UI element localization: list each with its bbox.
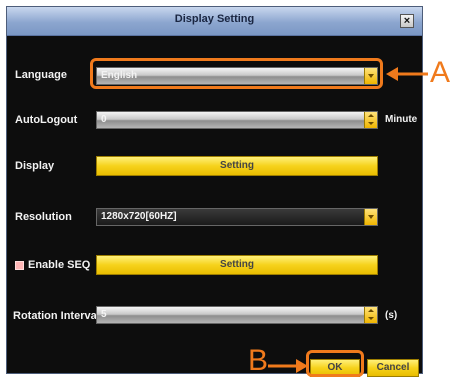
arrow-right-icon [268, 359, 308, 373]
annotation-box-b [306, 350, 364, 377]
spinner-arrows-icon[interactable] [364, 307, 377, 323]
arrow-left-icon [386, 67, 428, 81]
language-label: Language [15, 69, 67, 81]
resolution-value: 1280x720[60HZ] [101, 211, 177, 222]
rotation-interval-unit: (s) [385, 310, 398, 321]
rotation-interval-spinner[interactable]: 5 [96, 306, 378, 324]
enable-seq-checkbox[interactable] [15, 261, 24, 270]
autologout-unit: Minute [385, 114, 418, 125]
display-setting-button[interactable]: Setting [96, 156, 378, 176]
spinner-arrows-icon[interactable] [364, 112, 377, 128]
chevron-down-icon[interactable] [364, 209, 377, 225]
rotation-interval-value: 5 [101, 309, 107, 320]
dialog-title: Display Setting [174, 13, 255, 25]
rotation-interval-label: Rotation Interval [13, 310, 100, 322]
autologout-value: 0 [101, 114, 107, 125]
title-bar: Display Setting × [7, 7, 422, 36]
autologout-label: AutoLogout [15, 114, 78, 126]
annotation-label-a: A [430, 56, 451, 89]
resolution-label: Resolution [15, 211, 72, 223]
autologout-spinner[interactable]: 0 [96, 111, 378, 129]
resolution-dropdown[interactable]: 1280x720[60HZ] [96, 208, 378, 226]
close-icon[interactable]: × [400, 14, 414, 28]
display-label: Display [15, 160, 55, 172]
enable-seq-label: Enable SEQ [28, 259, 91, 271]
seq-setting-button[interactable]: Setting [96, 255, 378, 275]
annotation-box-a [90, 58, 383, 89]
cancel-button[interactable]: Cancel [367, 359, 419, 377]
annotation-label-b: B [248, 344, 269, 377]
